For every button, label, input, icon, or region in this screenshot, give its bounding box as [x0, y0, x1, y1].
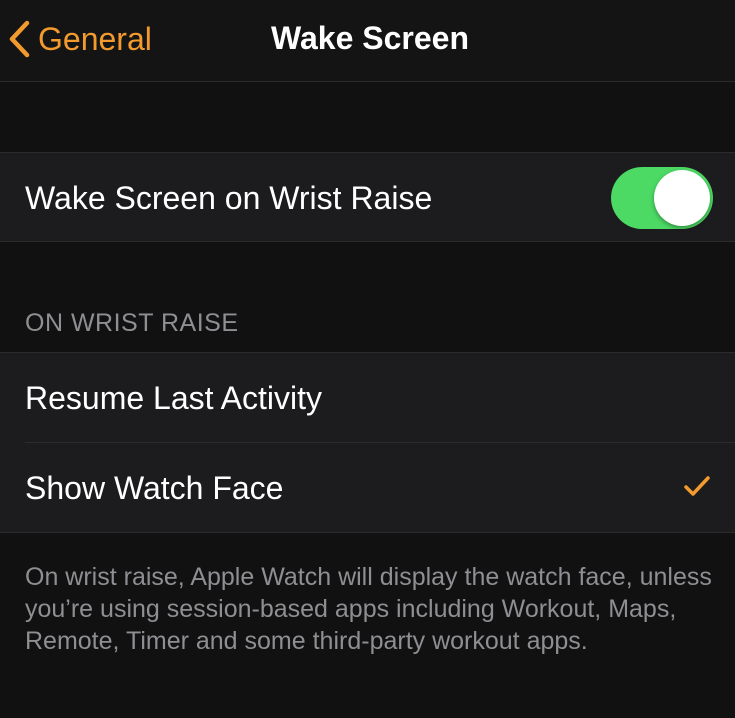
wake-screen-group: Wake Screen on Wrist Raise [0, 152, 735, 242]
option-label: Resume Last Activity [25, 379, 322, 416]
checkmark-icon [683, 475, 711, 497]
option-resume-last-activity[interactable]: Resume Last Activity [0, 353, 735, 442]
wake-on-wrist-raise-label: Wake Screen on Wrist Raise [25, 179, 433, 216]
toggle-knob [654, 170, 710, 226]
wake-screen-settings: General Wake Screen Wake Screen on Wrist… [0, 0, 735, 718]
option-show-watch-face[interactable]: Show Watch Face [0, 443, 735, 532]
wake-on-wrist-raise-row: Wake Screen on Wrist Raise [0, 153, 735, 242]
navigation-bar: General Wake Screen [0, 0, 735, 82]
section-header-on-wrist-raise: ON WRIST RAISE [25, 309, 239, 337]
page-title: Wake Screen [270, 20, 470, 56]
wake-on-wrist-raise-toggle[interactable] [611, 167, 713, 229]
footer-description: On wrist raise, Apple Watch will display… [25, 563, 712, 655]
option-label: Show Watch Face [25, 469, 284, 506]
on-wrist-raise-group: Resume Last Activity Show Watch Face [0, 352, 735, 533]
